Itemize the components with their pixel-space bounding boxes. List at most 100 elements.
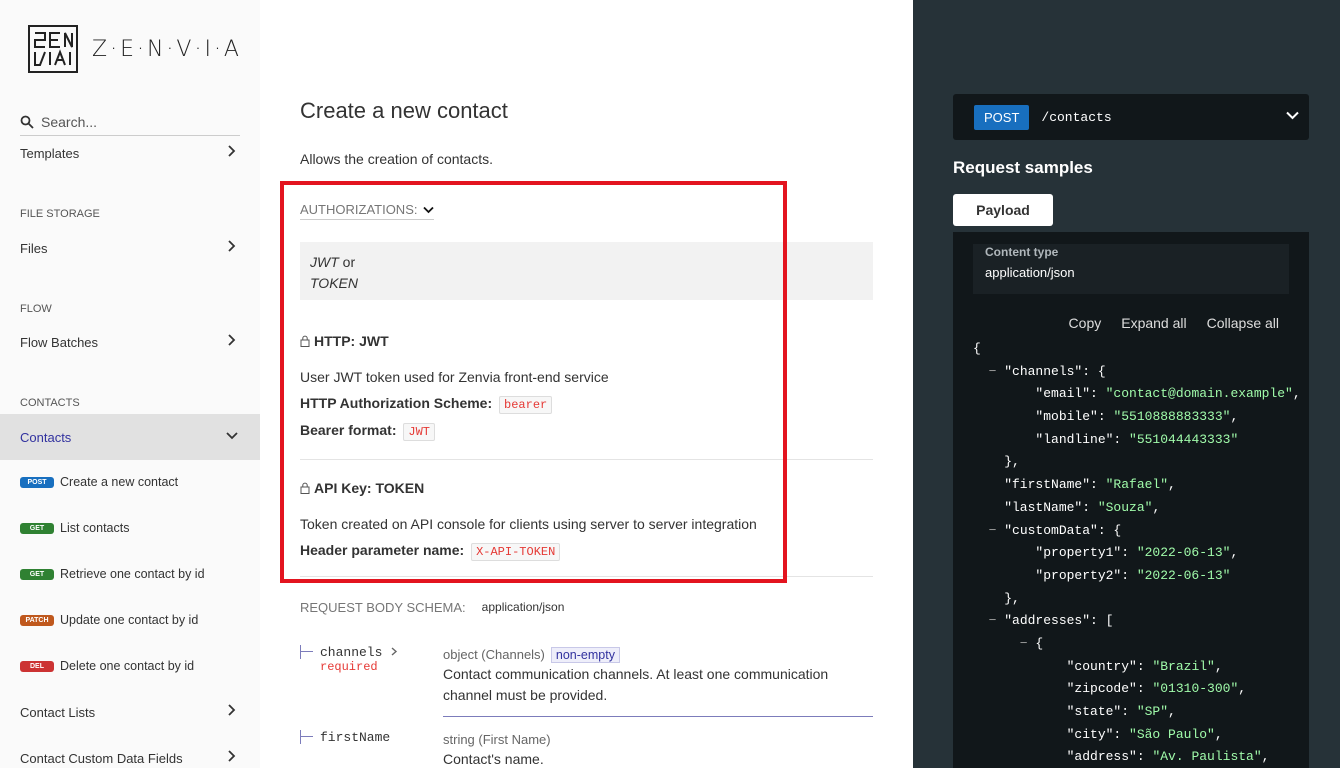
property-description: Contact's name. <box>443 751 544 767</box>
json-line: − "customData": { <box>973 522 1122 538</box>
method-badge-get: get <box>20 568 54 580</box>
section-label-file-storage: FILE STORAGE <box>20 208 100 220</box>
sidebar-op-create-contact[interactable]: post Create a new contact <box>20 471 250 493</box>
op-label: Create a new contact <box>60 475 179 489</box>
logo-mark-icon <box>28 25 78 73</box>
property-type: string (First Name) <box>443 732 551 747</box>
http-method-badge: POST <box>974 104 1030 130</box>
chevron-right-icon <box>228 334 236 346</box>
tree-line <box>300 645 313 659</box>
json-line: − "channels": { <box>973 363 1106 379</box>
json-line: "country": "Brazil", <box>973 658 1223 674</box>
chevron-right-icon <box>228 704 236 716</box>
sidebar-item-contacts[interactable]: Contacts <box>0 414 260 460</box>
sidebar-item-label: Templates <box>20 145 80 161</box>
chevron-down-icon <box>226 432 238 440</box>
sidebar-item-label: Files <box>20 240 48 256</box>
method-badge-get: get <box>20 522 54 534</box>
json-line: − { <box>973 635 1044 651</box>
method-badge-del: del <box>20 660 54 672</box>
section-label-flow: FLOW <box>20 303 52 315</box>
sidebar-item-templates[interactable]: Templates <box>0 131 260 175</box>
collapse-all-button[interactable]: Collapse all <box>1207 315 1279 331</box>
operation-description: Allows the creation of contacts. <box>300 151 493 167</box>
sidebar-op-list-contacts[interactable]: get List contacts <box>20 517 250 539</box>
sidebar-item-flow-batches[interactable]: Flow Batches <box>0 320 260 364</box>
logo-wordmark: Z·E·N·V·I·A <box>92 36 242 62</box>
sidebar: Z·E·N·V·I·A Templates FILE STORAGE Files… <box>0 0 260 768</box>
json-line: "lastName": "Souza", <box>973 499 1161 515</box>
op-label: Update one contact by id <box>60 613 199 627</box>
property-name-text: channels <box>320 645 383 660</box>
sidebar-op-delete-contact[interactable]: del Delete one contact by id <box>20 655 250 677</box>
constraint-badge: non-empty <box>550 647 620 663</box>
chevron-down-icon <box>1286 111 1299 120</box>
payload-tab[interactable]: Payload <box>953 194 1053 226</box>
sidebar-item-label: Contact Custom Data Fields <box>20 750 183 766</box>
collapse-toggle[interactable]: − <box>973 523 1004 538</box>
content-type-label: Content type <box>985 245 1059 259</box>
tree-line <box>300 730 313 744</box>
op-label: Delete one contact by id <box>60 659 195 673</box>
sidebar-op-retrieve-contact[interactable]: get Retrieve one contact by id <box>20 563 250 585</box>
json-line: "landline": "551044443333" <box>973 431 1239 447</box>
sidebar-op-update-contact[interactable]: patch Update one contact by id <box>20 609 250 631</box>
request-body-schema-header: REQUEST BODY SCHEMA: application/json <box>300 600 564 615</box>
collapse-toggle[interactable]: − <box>973 636 1035 651</box>
search-input[interactable] <box>41 113 231 130</box>
sidebar-item-label: Flow Batches <box>20 334 99 350</box>
collapse-toggle[interactable]: − <box>973 364 1004 379</box>
chevron-right-icon <box>228 145 236 157</box>
required-label: required <box>320 660 378 674</box>
json-line: "email": "contact@domain.example", <box>973 386 1301 402</box>
sidebar-item-files[interactable]: Files <box>0 226 260 270</box>
content-type-value: application/json <box>985 265 1075 280</box>
json-line: "property1": "2022-06-13", <box>973 545 1239 561</box>
property-type-text: object (Channels) <box>443 647 545 662</box>
sidebar-item-contact-custom-data-fields[interactable]: Contact Custom Data Fields <box>0 736 260 768</box>
method-badge-patch: patch <box>20 614 54 626</box>
chevron-right-icon <box>228 750 236 762</box>
json-line: }, <box>973 590 1020 606</box>
highlight-box <box>280 181 787 583</box>
endpoint-path: /contacts <box>1041 109 1112 125</box>
schema-label: REQUEST BODY SCHEMA: <box>300 600 466 615</box>
json-line: "mobile": "5510888883333", <box>973 409 1239 425</box>
property-channels[interactable]: channels required object (Channels) non-e… <box>300 645 873 717</box>
json-line: "property2": "2022-06-13" <box>973 567 1231 583</box>
property-description: Contact communication channels. At least… <box>443 666 829 703</box>
main-content: Create a new contact Allows the creation… <box>260 0 913 768</box>
collapse-toggle[interactable]: − <box>973 613 1004 628</box>
expand-all-button[interactable]: Expand all <box>1121 315 1186 331</box>
json-line: "zipcode": "01310-300", <box>973 681 1247 697</box>
endpoint-toggle[interactable]: POST /contacts <box>953 94 1309 140</box>
op-label: List contacts <box>60 521 130 535</box>
page-title: Create a new contact <box>300 98 508 123</box>
json-line: "address": "Av. Paulista", <box>973 749 1270 765</box>
sidebar-item-label: Contacts <box>20 429 72 445</box>
sidebar-item-contact-lists[interactable]: Contact Lists <box>0 690 260 734</box>
chevron-right-icon <box>391 647 398 656</box>
json-controls: Copy Expand all Collapse all <box>1069 315 1279 331</box>
json-line: − "addresses": [ <box>973 613 1114 629</box>
section-label-contacts: CONTACTS <box>20 397 80 409</box>
json-line: { <box>973 341 981 356</box>
schema-content-type: application/json <box>481 600 565 614</box>
property-type: object (Channels) non-empty <box>443 647 620 663</box>
request-samples-panel: POST /contacts Request samples Payload C… <box>913 0 1340 768</box>
request-samples-title: Request samples <box>953 158 1093 177</box>
sidebar-item-label: Contact Lists <box>20 704 96 720</box>
search-icon <box>20 115 34 129</box>
json-line: "firstName": "Rafael", <box>973 477 1176 493</box>
json-sample: { − "channels": { "email": "contact@doma… <box>973 338 1301 768</box>
json-line: "city": "São Paulo", <box>973 726 1223 742</box>
property-separator <box>443 716 873 717</box>
zenvia-logo[interactable]: Z·E·N·V·I·A <box>28 25 242 73</box>
json-line: }, <box>973 454 1020 470</box>
sample-panel: Content type application/json Copy Expan… <box>953 232 1309 768</box>
copy-button[interactable]: Copy <box>1069 315 1102 331</box>
property-firstname: firstName string (First Name) Contact's … <box>300 730 873 768</box>
property-name: firstName <box>320 730 391 745</box>
chevron-right-icon <box>228 240 236 252</box>
property-name[interactable]: channels <box>320 645 398 660</box>
